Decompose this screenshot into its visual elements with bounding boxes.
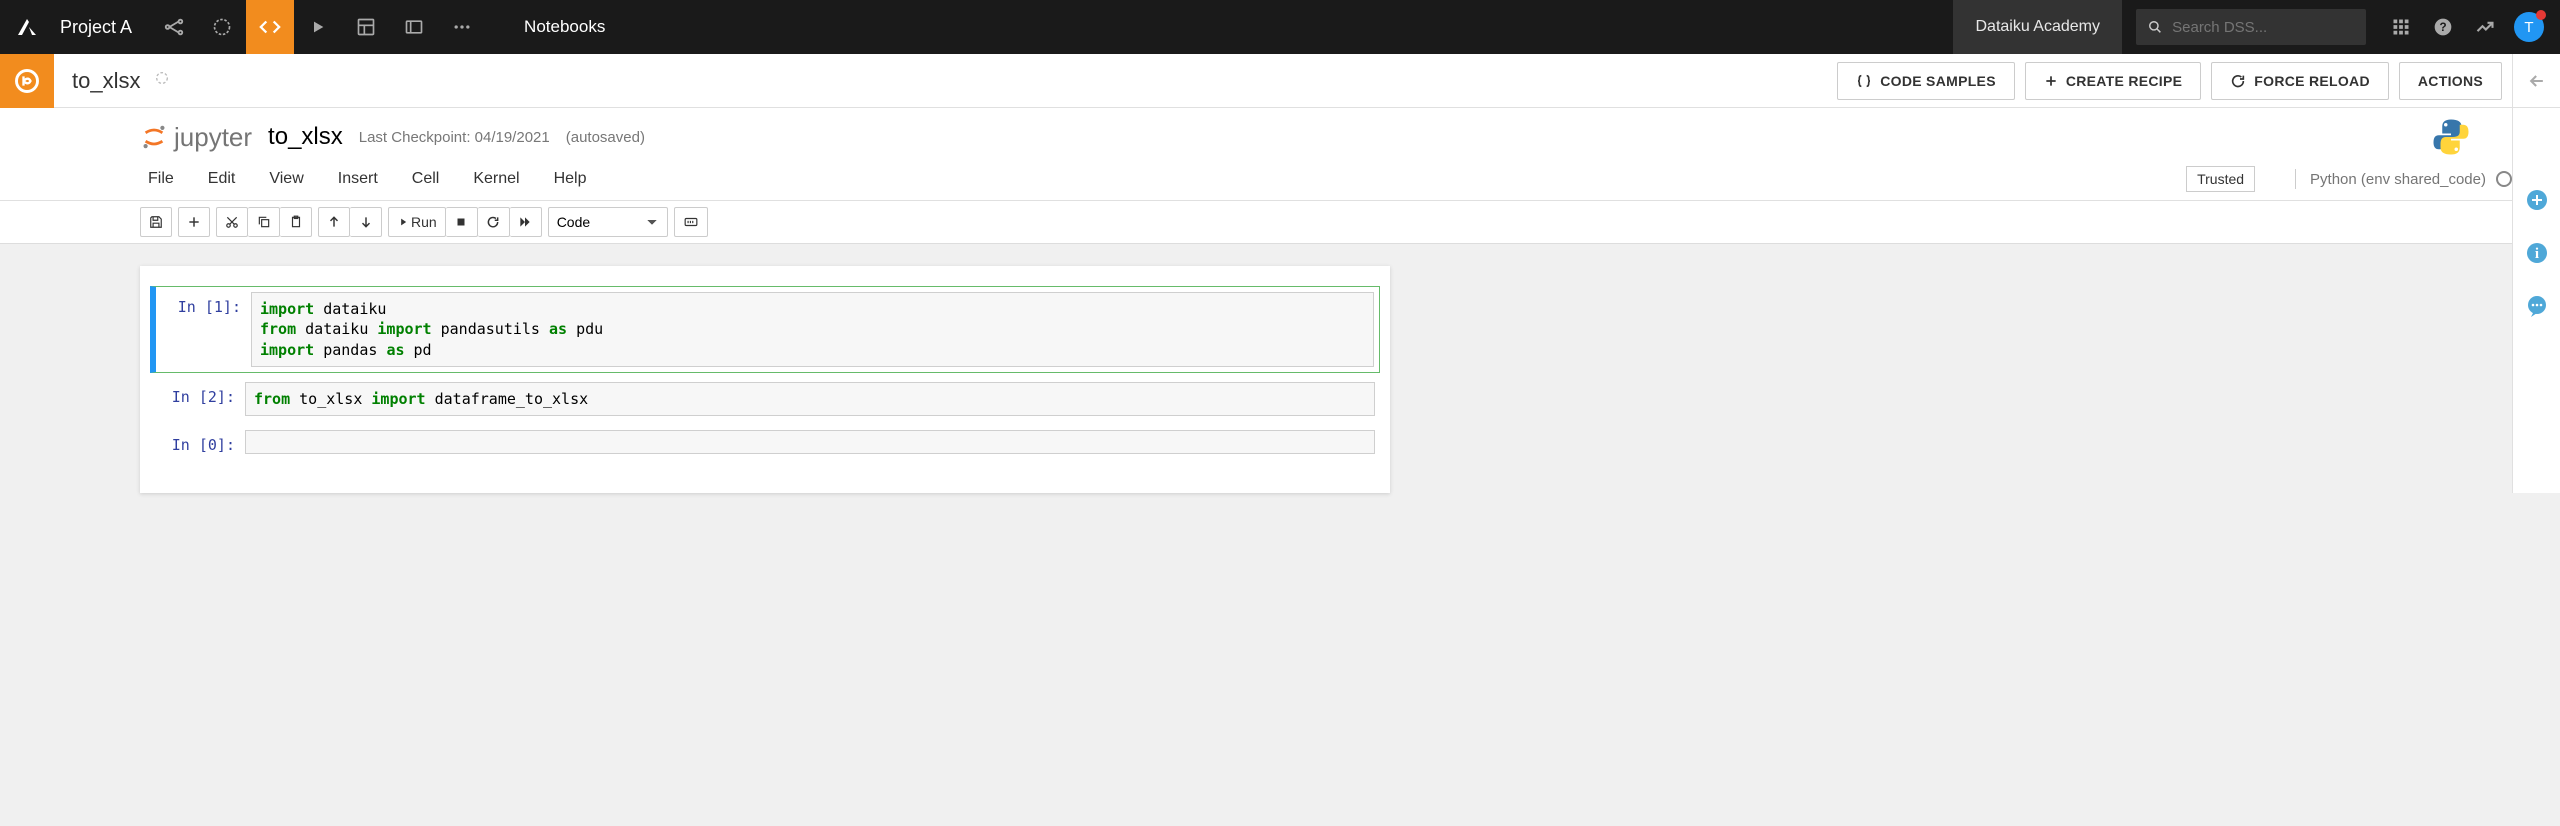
run-label: Run xyxy=(411,214,437,230)
cell-input[interactable] xyxy=(245,430,1375,454)
plus-icon xyxy=(2044,74,2058,88)
code-samples-button[interactable]: CODE SAMPLES xyxy=(1837,62,2015,100)
run-button[interactable]: Run xyxy=(388,207,446,237)
search-box[interactable] xyxy=(2136,9,2366,45)
cell-prompt: In [2]: xyxy=(155,382,245,416)
actions-label: ACTIONS xyxy=(2418,73,2483,89)
play-icon xyxy=(397,217,407,227)
search-icon xyxy=(2148,19,2162,35)
command-palette-button[interactable] xyxy=(674,207,708,237)
move-up-button[interactable] xyxy=(318,207,350,237)
code-samples-label: CODE SAMPLES xyxy=(1880,73,1996,89)
avatar-initial: T xyxy=(2524,19,2533,36)
checkpoint-text: Last Checkpoint: 04/19/2021 xyxy=(359,129,550,146)
recipe-logo-icon[interactable] xyxy=(0,54,54,108)
actions-button[interactable]: ACTIONS xyxy=(2399,62,2502,100)
paste-button[interactable] xyxy=(280,207,312,237)
academy-link[interactable]: Dataiku Academy xyxy=(1953,0,2122,54)
cell-prompt: In [1]: xyxy=(161,292,251,367)
layout-icon[interactable] xyxy=(390,0,438,54)
section-label: Notebooks xyxy=(504,17,625,37)
dataiku-logo-icon[interactable] xyxy=(0,0,54,54)
jupyter-toolbar: Run Code xyxy=(0,201,2512,244)
activity-icon[interactable] xyxy=(2464,0,2506,54)
right-rail: i xyxy=(2512,108,2560,493)
menu-kernel[interactable]: Kernel xyxy=(473,164,537,194)
create-recipe-button[interactable]: CREATE RECIPE xyxy=(2025,62,2201,100)
jupyter-header: jupyter to_xlsx Last Checkpoint: 04/19/2… xyxy=(0,108,2512,158)
restart-run-all-button[interactable] xyxy=(510,207,542,237)
kernel-status-icon xyxy=(2496,171,2512,187)
menu-file[interactable]: File xyxy=(148,164,192,194)
menu-view[interactable]: View xyxy=(269,164,321,194)
cell-type-select[interactable]: Code xyxy=(548,207,668,237)
project-name[interactable]: Project A xyxy=(54,17,150,38)
code-icon[interactable] xyxy=(246,0,294,54)
more-icon[interactable] xyxy=(438,0,486,54)
interrupt-button[interactable] xyxy=(446,207,478,237)
svg-text:?: ? xyxy=(2439,21,2446,34)
jupyter-notebook-title[interactable]: to_xlsx xyxy=(268,123,343,151)
recipe-icon[interactable] xyxy=(198,0,246,54)
kernel-indicator[interactable]: Python (env shared_code) xyxy=(2295,169,2512,189)
apps-icon[interactable] xyxy=(2380,0,2422,54)
menu-edit[interactable]: Edit xyxy=(208,164,254,194)
rail-add-icon[interactable] xyxy=(2525,188,2549,217)
add-cell-button[interactable] xyxy=(178,207,210,237)
trusted-badge[interactable]: Trusted xyxy=(2186,166,2255,192)
copy-button[interactable] xyxy=(248,207,280,237)
kernel-name-text: Python (env shared_code) xyxy=(2310,171,2486,188)
top-navbar: Project A Notebooks Dataiku Academy ? T xyxy=(0,0,2560,54)
move-down-button[interactable] xyxy=(350,207,382,237)
refresh-small-icon[interactable] xyxy=(154,70,170,91)
jupyter-menubar: File Edit View Insert Cell Kernel Help T… xyxy=(0,158,2512,201)
jupyter-logo-icon xyxy=(140,123,168,151)
code-cell[interactable]: In [1]:import dataiku from dataiku impor… xyxy=(150,286,1380,373)
sub-header: to_xlsx CODE SAMPLES CREATE RECIPE FORCE… xyxy=(0,54,2560,108)
menu-help[interactable]: Help xyxy=(554,164,605,194)
save-button[interactable] xyxy=(140,207,172,237)
braces-icon xyxy=(1856,73,1872,89)
code-cell[interactable]: In [0]: xyxy=(150,425,1380,459)
create-recipe-label: CREATE RECIPE xyxy=(2066,73,2182,89)
rail-info-icon[interactable]: i xyxy=(2525,241,2549,270)
notebook-container: In [1]:import dataiku from dataiku impor… xyxy=(140,266,1390,493)
cell-input[interactable]: from to_xlsx import dataframe_to_xlsx xyxy=(245,382,1375,416)
code-cell[interactable]: In [2]:from to_xlsx import dataframe_to_… xyxy=(150,377,1380,421)
run-icon[interactable] xyxy=(294,0,342,54)
back-arrow-icon[interactable] xyxy=(2512,54,2560,108)
menu-cell[interactable]: Cell xyxy=(412,164,458,194)
cell-prompt: In [0]: xyxy=(155,430,245,454)
force-reload-label: FORCE RELOAD xyxy=(2254,73,2370,89)
cut-button[interactable] xyxy=(216,207,248,237)
restart-button[interactable] xyxy=(478,207,510,237)
autosave-text: (autosaved) xyxy=(566,129,645,146)
notebook-name[interactable]: to_xlsx xyxy=(54,68,154,94)
jupyter-logo-text: jupyter xyxy=(174,122,252,153)
reload-icon xyxy=(2230,73,2246,89)
flow-icon[interactable] xyxy=(150,0,198,54)
search-input[interactable] xyxy=(2172,19,2354,36)
help-icon[interactable]: ? xyxy=(2422,0,2464,54)
user-avatar[interactable]: T xyxy=(2514,12,2544,42)
jupyter-logo[interactable]: jupyter xyxy=(140,122,252,153)
rail-chat-icon[interactable] xyxy=(2525,294,2549,323)
python-logo-icon xyxy=(2430,116,2472,158)
svg-text:i: i xyxy=(2534,246,2538,262)
dashboard-icon[interactable] xyxy=(342,0,390,54)
menu-insert[interactable]: Insert xyxy=(338,164,396,194)
cell-input[interactable]: import dataiku from dataiku import panda… xyxy=(251,292,1374,367)
force-reload-button[interactable]: FORCE RELOAD xyxy=(2211,62,2389,100)
